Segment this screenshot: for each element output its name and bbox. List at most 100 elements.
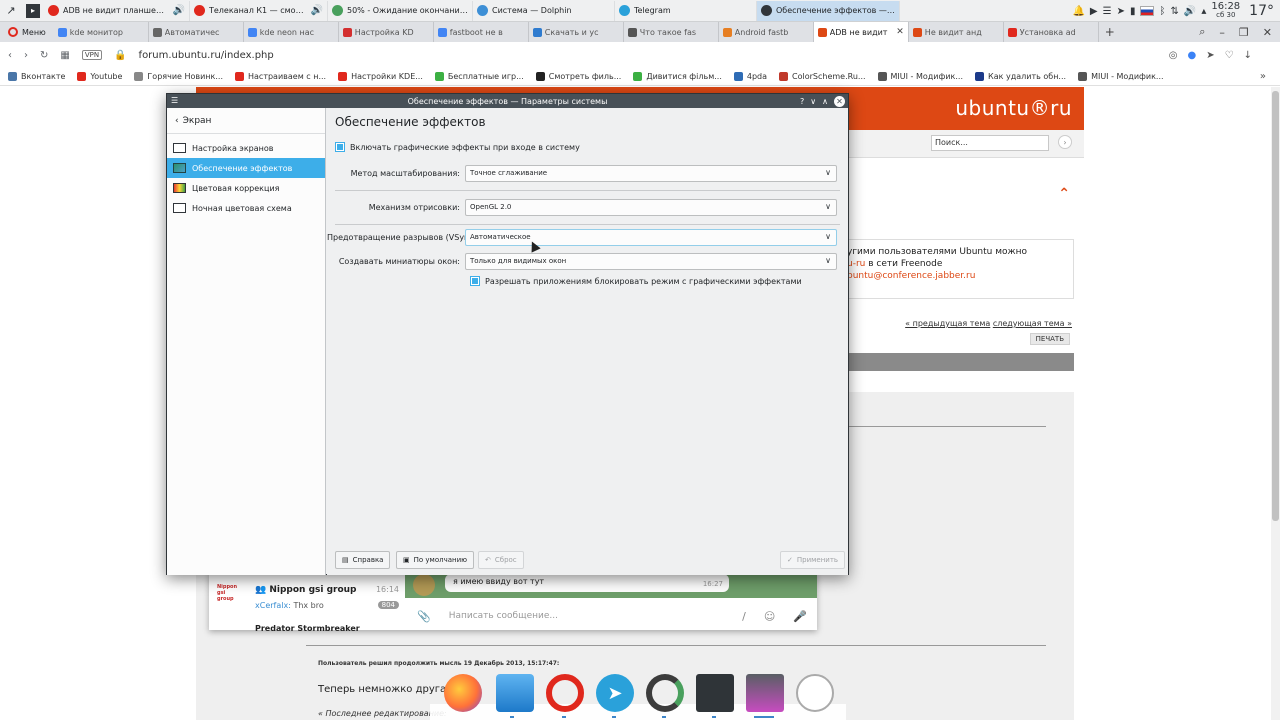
download-icon[interactable]: ↓ <box>1244 50 1252 61</box>
notifications-icon[interactable]: 🔔 <box>1072 6 1084 17</box>
taskbar-item[interactable]: Система — Dolphin <box>473 0 615 21</box>
new-tab-button[interactable]: + <box>1099 25 1121 39</box>
bookmark-item[interactable]: Как удалить обн... <box>975 72 1066 81</box>
commands-icon[interactable]: / <box>742 610 746 623</box>
browser-tab[interactable]: fastboot не в <box>434 22 529 42</box>
bluetooth-icon[interactable]: ᛒ <box>1159 6 1165 17</box>
next-chat-name[interactable]: Predator Stormbreaker <box>255 624 360 633</box>
vsync-select[interactable]: Автоматическое ∨ <box>465 228 837 246</box>
browser-tab[interactable]: ADB не видит ✕ <box>813 22 909 42</box>
bookmark-item[interactable]: Youtube <box>77 72 122 81</box>
forum-search-input[interactable]: Поиск... <box>931 135 1049 151</box>
minimize-icon[interactable]: ∨ <box>810 97 816 106</box>
taskbar-item[interactable]: Телеканал К1 — смотреть ... 🔊 <box>190 0 328 21</box>
message-input[interactable]: Написать сообщение... <box>449 611 734 621</box>
scale-method-select[interactable]: Точное сглаживание ∨ <box>465 164 837 182</box>
forward-icon[interactable]: › <box>24 50 28 61</box>
print-button[interactable]: ПЕЧАТЬ <box>1029 333 1070 345</box>
speed-dial-icon[interactable]: ▦ <box>60 50 69 61</box>
browser-tab[interactable]: Скачать и ус <box>529 22 624 42</box>
scrollbar-thumb[interactable] <box>1272 91 1279 521</box>
apply-button[interactable]: ✓ Применить <box>780 551 846 569</box>
enable-effects-checkbox[interactable]: Включать графические эффекты при входе в… <box>335 142 580 152</box>
microphone-icon[interactable]: 🎤 <box>793 610 807 623</box>
clipboard-icon[interactable]: ☰ <box>1103 6 1112 17</box>
sidebar-item-compositor[interactable]: Обеспечение эффектов <box>167 158 325 178</box>
window-titlebar[interactable]: ☰ Обеспечение эффектов — Параметры систе… <box>167 94 848 108</box>
speaker-icon[interactable]: 🔊 <box>173 5 185 16</box>
browser-tab[interactable]: Что такое fas <box>624 22 719 42</box>
next-topic-link[interactable]: следующая тема » <box>993 319 1072 328</box>
media-play-icon[interactable]: ▶ <box>1090 6 1098 17</box>
sidebar-item-night-color[interactable]: Ночная цветовая схема <box>167 198 325 218</box>
firefox-icon[interactable] <box>444 674 482 712</box>
clock-widget-icon[interactable] <box>796 674 834 712</box>
emoji-icon[interactable]: ☺ <box>764 610 775 623</box>
speaker-icon[interactable]: 🔊 <box>311 5 323 16</box>
sidebar-item-color-correction[interactable]: Цветовая коррекция <box>167 178 325 198</box>
close-icon[interactable]: ✕ <box>1263 26 1272 39</box>
bookmark-item[interactable]: Настройки KDE... <box>338 72 423 81</box>
bookmark-item[interactable]: Вконтакте <box>8 72 65 81</box>
lock-icon[interactable]: 🔒 <box>114 50 126 61</box>
prev-topic-link[interactable]: « предыдущая тема <box>905 319 990 328</box>
irc-channel-link[interactable]: u-ru <box>847 259 865 269</box>
taskbar-item[interactable]: Telegram <box>615 0 757 21</box>
browser-tab[interactable]: Установка ad <box>1004 22 1099 42</box>
sender-avatar[interactable] <box>413 574 435 596</box>
close-tab-icon[interactable]: ✕ <box>896 27 904 37</box>
window-app-icon[interactable]: ☰ <box>171 96 181 106</box>
reload-icon[interactable]: ↻ <box>40 50 48 61</box>
taskbar-item[interactable]: ADB не видит планшет An... 🔊 <box>44 0 190 21</box>
help-icon[interactable]: ? <box>800 97 804 106</box>
search-tabs-icon[interactable]: ⌕ <box>1199 25 1205 39</box>
bookmarks-more-icon[interactable]: » <box>1260 71 1266 82</box>
clock[interactable]: 16:28 сб 30 <box>1211 2 1240 20</box>
opera-icon[interactable] <box>546 674 584 712</box>
system-settings-icon[interactable] <box>696 674 734 712</box>
bookmark-item[interactable]: 4pda <box>733 72 767 81</box>
bookmark-item[interactable]: Бесплатные игр... <box>434 72 524 81</box>
help-button[interactable]: ▤ Справка <box>335 551 391 569</box>
browser-tab[interactable]: Настройка KD <box>339 22 434 42</box>
bookmark-item[interactable]: MIUI - Модифик... <box>1078 72 1164 81</box>
jabber-link[interactable]: buntu@conference.jabber.ru <box>847 270 1063 282</box>
reset-button[interactable]: ↶ Сброс <box>478 551 524 569</box>
allow-block-compositing-checkbox[interactable]: Разрешать приложениям блокировать режим … <box>470 276 802 286</box>
taskbar-item[interactable]: 50% - Ожидание окончания опе... <box>328 0 473 21</box>
vpn-badge[interactable]: VPN <box>81 50 103 60</box>
volume-icon[interactable]: 🔊 <box>1184 6 1196 17</box>
weather-temperature[interactable]: 17° <box>1249 3 1274 19</box>
heart-icon[interactable]: ♡ <box>1225 50 1234 61</box>
browser-tab[interactable]: kde монитор <box>54 22 149 42</box>
network-icon[interactable]: ⇅ <box>1170 6 1178 17</box>
bookmark-item[interactable]: Дивитися фільм... <box>633 72 722 81</box>
back-icon[interactable]: ‹ <box>8 50 12 61</box>
browser-tab[interactable]: Android fastb <box>719 22 814 42</box>
bookmark-item[interactable]: Горячие Новинк... <box>134 72 223 81</box>
collapse-up-icon[interactable]: ⌃ <box>1058 186 1070 202</box>
bookmark-item[interactable]: Смотреть филь... <box>535 72 621 81</box>
shield-icon[interactable]: ● <box>1188 50 1197 61</box>
minimize-icon[interactable]: – <box>1219 26 1225 39</box>
opera-menu-button[interactable]: Меню <box>0 22 54 42</box>
render-backend-select[interactable]: OpenGL 2.0 ∨ <box>465 198 837 216</box>
app-launcher-icon[interactable]: ↗ <box>0 0 22 22</box>
send-icon[interactable]: ➤ <box>1206 50 1214 61</box>
battery-icon[interactable]: ▮ <box>1130 6 1136 17</box>
message-bubble[interactable]: я имею ввиду вот тут 16:27 <box>445 574 729 592</box>
bookmark-item[interactable]: Настраиваем с н... <box>235 72 326 81</box>
keyboard-layout-flag-icon[interactable] <box>1140 6 1155 16</box>
screenshot-icon[interactable] <box>746 674 784 712</box>
ktorrent-icon[interactable] <box>646 674 684 712</box>
browser-tab[interactable]: Не видит анд <box>909 22 1004 42</box>
maximize-icon[interactable]: ∧ <box>822 97 828 106</box>
show-desktop-icon[interactable]: ▸ <box>26 3 40 18</box>
defaults-button[interactable]: ▣ По умолчанию <box>396 551 475 569</box>
url-field[interactable]: forum.ubuntu.ru/index.php <box>139 50 274 61</box>
close-icon[interactable]: ✕ <box>834 95 845 107</box>
window-thumbnails-select[interactable]: Только для видимых окон ∨ <box>465 252 837 270</box>
page-scrollbar[interactable] <box>1271 87 1280 720</box>
browser-tab[interactable]: kde neon нас <box>244 22 339 42</box>
sidebar-item-displays[interactable]: Настройка экранов <box>167 138 325 158</box>
